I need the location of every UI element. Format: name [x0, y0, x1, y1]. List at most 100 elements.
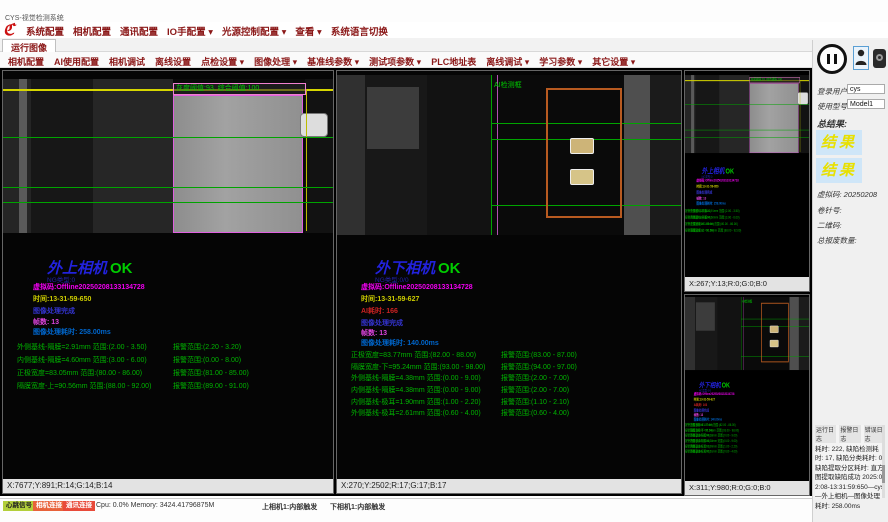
- left-elapsed: 图像处理耗时: 258.00ms: [33, 327, 111, 337]
- model-field[interactable]: Model1: [847, 99, 885, 109]
- left-process-done: 图像处理完成: [696, 190, 712, 195]
- log-scrollbar-thumb[interactable]: [882, 465, 885, 483]
- upper-camera-trigger-mode[interactable]: 上相机1:内部触发: [262, 502, 317, 512]
- menu-item-system-config[interactable]: 系统配置: [26, 24, 64, 38]
- threshold-overlay-label: 灰度阈值:93, 综合阈值:100: [749, 77, 799, 83]
- cpu-memory-readout: Cpu: 0.0% Memory: 3424.41796875M: [96, 502, 214, 509]
- machine-column: [650, 75, 681, 235]
- white-connector-part: [300, 113, 328, 137]
- left-barcode: 虚拟码:Offline20250208133134728: [696, 178, 738, 183]
- comm-status-badge: 通讯连接: [63, 501, 95, 511]
- green-measure-line: [3, 202, 333, 203]
- right-control-panel: ➜ 登录用户: cys 使用型号: Model1 总结果: 结果 结果 虚拟码:…: [812, 40, 888, 522]
- left-process-done: 图像处理完成: [33, 306, 75, 316]
- tool-image-processing[interactable]: 图像处理 ▾: [254, 55, 297, 68]
- log-tab-run[interactable]: 运行日志: [815, 425, 836, 443]
- tool-offline-debug[interactable]: 离线调试 ▾: [486, 55, 529, 68]
- model-label: 使用型号:: [817, 101, 849, 112]
- middle-camera-image: AI检测框: [685, 297, 810, 370]
- machine-beam: [367, 87, 419, 149]
- left-camera-image: 灰度阈值:93, 综合阈值:100: [3, 79, 333, 233]
- app-window: CYS-视觉检测系统 ℭ 系统配置 相机配置 通讯配置 IO手配置 ▾ 光源控制…: [0, 0, 888, 522]
- result-badge-2: 结果: [816, 158, 862, 183]
- left-result-ok: OK: [726, 167, 735, 176]
- middle-elapsed: 图像处理耗时: 140.00ms: [694, 417, 722, 422]
- result-badge-1: 结果: [816, 130, 862, 155]
- login-user-label: 登录用户:: [817, 86, 849, 97]
- tool-learning-params[interactable]: 学习参数 ▾: [539, 55, 582, 68]
- middle-time: 时间:13-31-59-627: [361, 294, 419, 304]
- mini-top-pixel-coordinates: X:267;Y:13;R:0;G:0;B:0: [685, 277, 809, 291]
- bright-feature: [570, 169, 594, 185]
- tool-baseline-params[interactable]: 基准线参数 ▾: [307, 55, 359, 68]
- mini-bottom-content: AI检测框 外下相机OK NG类型:0/0 虚拟码:Offline2025020…: [685, 295, 810, 482]
- middle-pixel-coordinates: X:270;Y:2502;R:17;G:17;B:17: [337, 479, 681, 493]
- mini-view-top[interactable]: 灰度阈值:93, 综合阈值:100 外上相机OK NG类型:0 虚拟码:Offl…: [684, 70, 810, 292]
- menu-item-view[interactable]: 查看 ▾: [295, 24, 321, 38]
- log-text: 耗时: 222, 缺陷检测耗时: 17, 缺陷分类耗时: 0, 缺陷提取分区耗时…: [815, 445, 885, 511]
- menu-item-language-switch[interactable]: 系统语言切换: [331, 24, 388, 38]
- heartbeat-status-badge: 心跳信号: [3, 501, 35, 511]
- lower-camera-trigger-mode[interactable]: 下相机1:内部触发: [330, 502, 385, 512]
- inspected-cell-region: [749, 83, 798, 153]
- tool-plc-address-table[interactable]: PLC地址表: [431, 55, 476, 68]
- log-area: 运行日志 报警日志 错误日志 耗时: 222, 缺陷检测耗时: 17, 缺陷分类…: [815, 425, 885, 498]
- tool-other-settings[interactable]: 其它设置 ▾: [592, 55, 635, 68]
- main-view-area: 灰度阈值:93, 综合阈值:100 外上相机OK NG类型:0 虚拟码:Offl…: [0, 68, 812, 496]
- pause-button[interactable]: [817, 44, 847, 74]
- tool-ai-usage-config[interactable]: AI使用配置: [54, 55, 99, 68]
- middle-result-ok: OK: [438, 260, 461, 277]
- tab-strip: 运行图像: [0, 38, 888, 52]
- middle-result-ok: OK: [722, 382, 730, 390]
- middle-ai-elapsed: AI耗时: 166: [694, 403, 707, 408]
- green-measure-line: [3, 187, 333, 188]
- mini-view-bottom[interactable]: AI检测框 外下相机OK NG类型:0/0 虚拟码:Offline2025020…: [684, 294, 810, 496]
- left-frame-count: 帧数: 13: [33, 317, 59, 327]
- middle-frame-count: 帧数: 13: [361, 328, 387, 338]
- bright-feature: [570, 138, 594, 154]
- bright-feature: [770, 340, 779, 347]
- machine-column: [685, 297, 695, 370]
- violet-reference-line: [497, 75, 498, 235]
- machine-column: [799, 75, 810, 153]
- middle-elapsed: 图像处理耗时: 140.00ms: [361, 338, 439, 348]
- settings-button[interactable]: [873, 49, 886, 68]
- left-camera-image: 灰度阈值:93, 综合阈值:100: [685, 75, 810, 153]
- camera-status-badge: 相机连接: [33, 501, 65, 511]
- left-camera-view[interactable]: 灰度阈值:93, 综合阈值:100 外上相机OK NG类型:0 虚拟码:Offl…: [2, 70, 334, 494]
- total-result-label: 总结果:: [817, 117, 847, 130]
- machine-column-highlight: [691, 75, 694, 153]
- tool-camera-debug[interactable]: 相机调试: [109, 55, 145, 68]
- machine-column: [337, 75, 365, 235]
- green-measure-line: [3, 137, 333, 138]
- middle-process-done: 图像处理完成: [361, 318, 403, 328]
- tool-spot-check[interactable]: 点检设置 ▾: [201, 55, 244, 68]
- middle-camera-view[interactable]: AI检测框 外下相机OK NG类型:0/0 虚拟码:Offline2025020…: [336, 70, 682, 494]
- menu-item-comm-config[interactable]: 通讯配置: [120, 24, 158, 38]
- user-button[interactable]: [853, 46, 869, 70]
- scrap-count-label: 总报废数量:: [817, 235, 857, 246]
- machine-column-highlight: [19, 79, 27, 233]
- log-tab-alarm[interactable]: 报警日志: [839, 425, 860, 443]
- tool-offline-settings[interactable]: 离线设置: [155, 55, 191, 68]
- yellow-reference-line-vertical: [306, 89, 307, 231]
- green-measure-line: [685, 137, 810, 138]
- machine-column: [718, 297, 741, 370]
- middle-ai-elapsed: AI耗时: 166: [361, 306, 398, 316]
- log-scrollbar[interactable]: [882, 425, 885, 498]
- ai-box-label: AI检测框: [494, 80, 522, 90]
- left-time: 时间:13-31-59-650: [696, 184, 718, 189]
- left-time: 时间:13-31-59-650: [33, 294, 91, 304]
- machine-column: [789, 297, 798, 370]
- menu-item-light-config[interactable]: 光源控制配置 ▾: [222, 24, 286, 38]
- inspected-cell-region: [173, 95, 303, 233]
- pause-icon: [827, 54, 830, 64]
- tool-camera-config[interactable]: 相机配置: [8, 55, 44, 68]
- middle-barcode: 虚拟码:Offline20250208133134728: [361, 282, 473, 292]
- menu-item-camera-config[interactable]: 相机配置: [73, 24, 111, 38]
- title-bar: CYS-视觉检测系统: [0, 0, 888, 22]
- login-user-field[interactable]: cys: [847, 84, 885, 94]
- tool-test-params[interactable]: 测试项参数 ▾: [369, 55, 421, 68]
- menu-item-io-config[interactable]: IO手配置 ▾: [167, 24, 213, 38]
- qr-code-label: 二维码:: [817, 220, 842, 231]
